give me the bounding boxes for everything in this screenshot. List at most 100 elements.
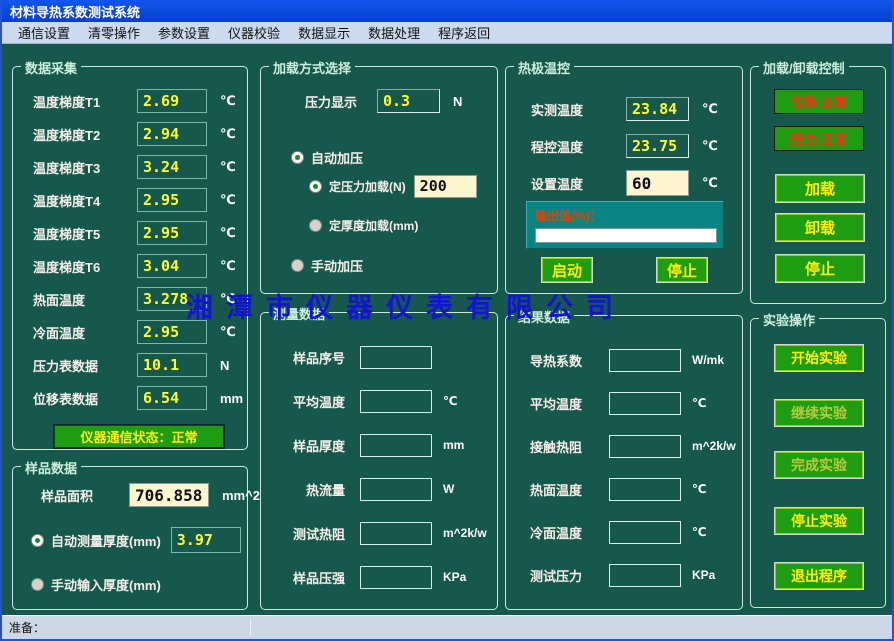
t3-unit: ℃ [220,159,236,175]
panel-result-data: 结果数据 导热系数 W/mk 平均温度 ℃ 接触热阻 m^2k/w [505,315,743,610]
pressure-gauge-field: 10.1 [137,353,207,377]
hot-face-temp-label: 热面温度 [33,290,137,309]
measured-temp-label: 实测温度 [531,100,626,119]
stop-load-button[interactable]: 停止 [775,254,865,283]
unload-button[interactable]: 卸载 [775,213,865,242]
result-row: 冷面温度 ℃ [506,520,742,544]
menu-item-instrument-calibration[interactable]: 仪器校验 [224,22,284,43]
program-temp-label: 程控温度 [531,137,626,156]
t5-value-field: 2.95 [137,221,207,245]
window-title: 材料导热系数测试系统 [10,2,140,21]
load-button[interactable]: 加载 [775,174,865,203]
result-hot-face-field [609,478,681,501]
sample-area-input[interactable]: 706.858 [129,483,209,507]
manual-thickness-row: 手动输入厚度(mm) [31,571,161,597]
t1-value-field: 2.69 [137,89,207,113]
measured-temp-row: 实测温度 23.84 ℃ [506,97,742,121]
t6-unit: ℃ [220,258,236,274]
measurement-row: 热流量 W [261,477,497,501]
panel-heater-control: 热极温控 实测温度 23.84 ℃ 程控温度 23.75 ℃ 设置温度 60 ℃ [505,66,743,294]
menu-item-data-processing[interactable]: 数据处理 [364,22,424,43]
menu-item-data-display[interactable]: 数据显示 [294,22,354,43]
displacement-gauge-label: 位移表数据 [33,389,137,408]
const-thickness-row: 定厚度加载(mm) [309,215,418,235]
status-bar-separator [250,619,251,636]
const-pressure-radio[interactable] [309,180,322,193]
panel-title: 加载方式选择 [269,58,355,77]
status-text: 准备： [9,619,45,636]
manual-pressurize-row: 手动加压 [291,255,363,275]
auto-thickness-row: 自动测量厚度(mm) 3.97 [31,527,241,553]
data-row: 温度梯度T2 2.94 ℃ [13,122,247,146]
auto-thickness-radio[interactable] [31,534,44,547]
output-percent-label: 输出值(%)： [535,207,723,224]
start-experiment-button[interactable]: 开始实验 [774,344,864,372]
result-avg-temp-unit: ℃ [692,396,707,410]
heater-stop-button[interactable]: 停止 [656,257,708,283]
manual-thickness-radio[interactable] [31,578,44,591]
finish-experiment-button[interactable]: 完成实验 [774,451,864,479]
set-temp-row: 设置温度 60 ℃ [506,171,742,195]
measurement-row: 样品压强 KPa [261,565,497,589]
avg-temp-unit: ℃ [443,394,458,408]
program-temp-field: 23.75 [626,134,689,158]
sample-thickness-label: 样品厚度 [285,436,345,455]
hot-face-temp-field: 3.278 [137,287,207,311]
data-row: 位移表数据 6.54 mm [13,386,247,410]
const-thickness-radio[interactable] [309,219,322,232]
panel-title: 加载/卸载控制 [759,58,849,77]
measurement-row: 测试热阻 m^2k/w [261,521,497,545]
heater-start-button[interactable]: 启动 [541,257,593,283]
heat-flow-label: 热流量 [285,480,345,499]
test-thermal-resistance-unit: m^2k/w [443,526,487,540]
data-row: 温度梯度T1 2.69 ℃ [13,89,247,113]
contact-resistance-field [609,435,681,458]
menu-item-parameter-settings[interactable]: 参数设置 [154,22,214,43]
pressure-display-unit: N [453,94,462,109]
test-thermal-resistance-label: 测试热阻 [285,524,345,543]
menu-bar: 通信设置 清零操作 参数设置 仪器校验 数据显示 数据处理 程序返回 [2,22,892,44]
panel-title: 样品数据 [21,458,81,477]
pressure-display-row: 压力显示 0.3 N [261,89,462,113]
pressure-gauge-unit: N [220,358,229,373]
panel-title: 测量数据 [269,304,329,323]
menu-item-zero-operation[interactable]: 清零操作 [84,22,144,43]
const-pressure-input[interactable]: 200 [414,175,477,198]
app-window: 材料导热系数测试系统 通信设置 清零操作 参数设置 仪器校验 数据显示 数据处理… [0,0,894,641]
set-temp-input[interactable]: 60 [626,170,689,196]
heat-flow-field [360,478,432,501]
auto-pressurize-radio[interactable] [291,151,304,164]
exit-program-button[interactable]: 退出程序 [774,562,864,590]
t5-label: 温度梯度T5 [33,224,137,243]
thermal-conductivity-unit: W/mk [692,353,724,367]
data-row: 冷面温度 2.95 ℃ [13,320,247,344]
menu-item-program-return[interactable]: 程序返回 [434,22,494,43]
stop-experiment-button[interactable]: 停止实验 [774,507,864,535]
panel-sample-data: 样品数据 样品面积 706.858 mm^2 自动测量厚度(mm) 3.97 手… [12,466,248,610]
set-temp-label: 设置温度 [531,174,626,193]
sample-pressure-label: 样品压强 [285,568,345,587]
const-thickness-label: 定厚度加载(mm) [329,217,418,234]
heat-flow-unit: W [443,482,454,496]
result-row: 接触热阻 m^2k/w [506,434,742,458]
t4-value-field: 2.95 [137,188,207,212]
t2-unit: ℃ [220,126,236,142]
avg-temp-field [360,390,432,413]
thermal-conductivity-field [609,349,681,372]
cold-face-temp-label: 冷面温度 [33,323,137,342]
t5-unit: ℃ [220,225,236,241]
menu-item-comm-settings[interactable]: 通信设置 [14,22,74,43]
t4-unit: ℃ [220,192,236,208]
result-row: 平均温度 ℃ [506,391,742,415]
continue-experiment-button[interactable]: 继续实验 [774,399,864,427]
test-pressure-unit: KPa [692,568,715,582]
t2-label: 温度梯度T2 [33,125,137,144]
output-percent-box: 输出值(%)： [526,201,724,249]
t1-label: 温度梯度T1 [33,92,137,111]
sample-pressure-field [360,566,432,589]
sample-pressure-unit: KPa [443,570,466,584]
auto-pressurize-label: 自动加压 [311,148,363,167]
manual-pressurize-radio[interactable] [291,259,304,272]
sample-thickness-unit: mm [443,438,464,452]
sample-area-row: 样品面积 706.858 mm^2 [13,483,260,507]
